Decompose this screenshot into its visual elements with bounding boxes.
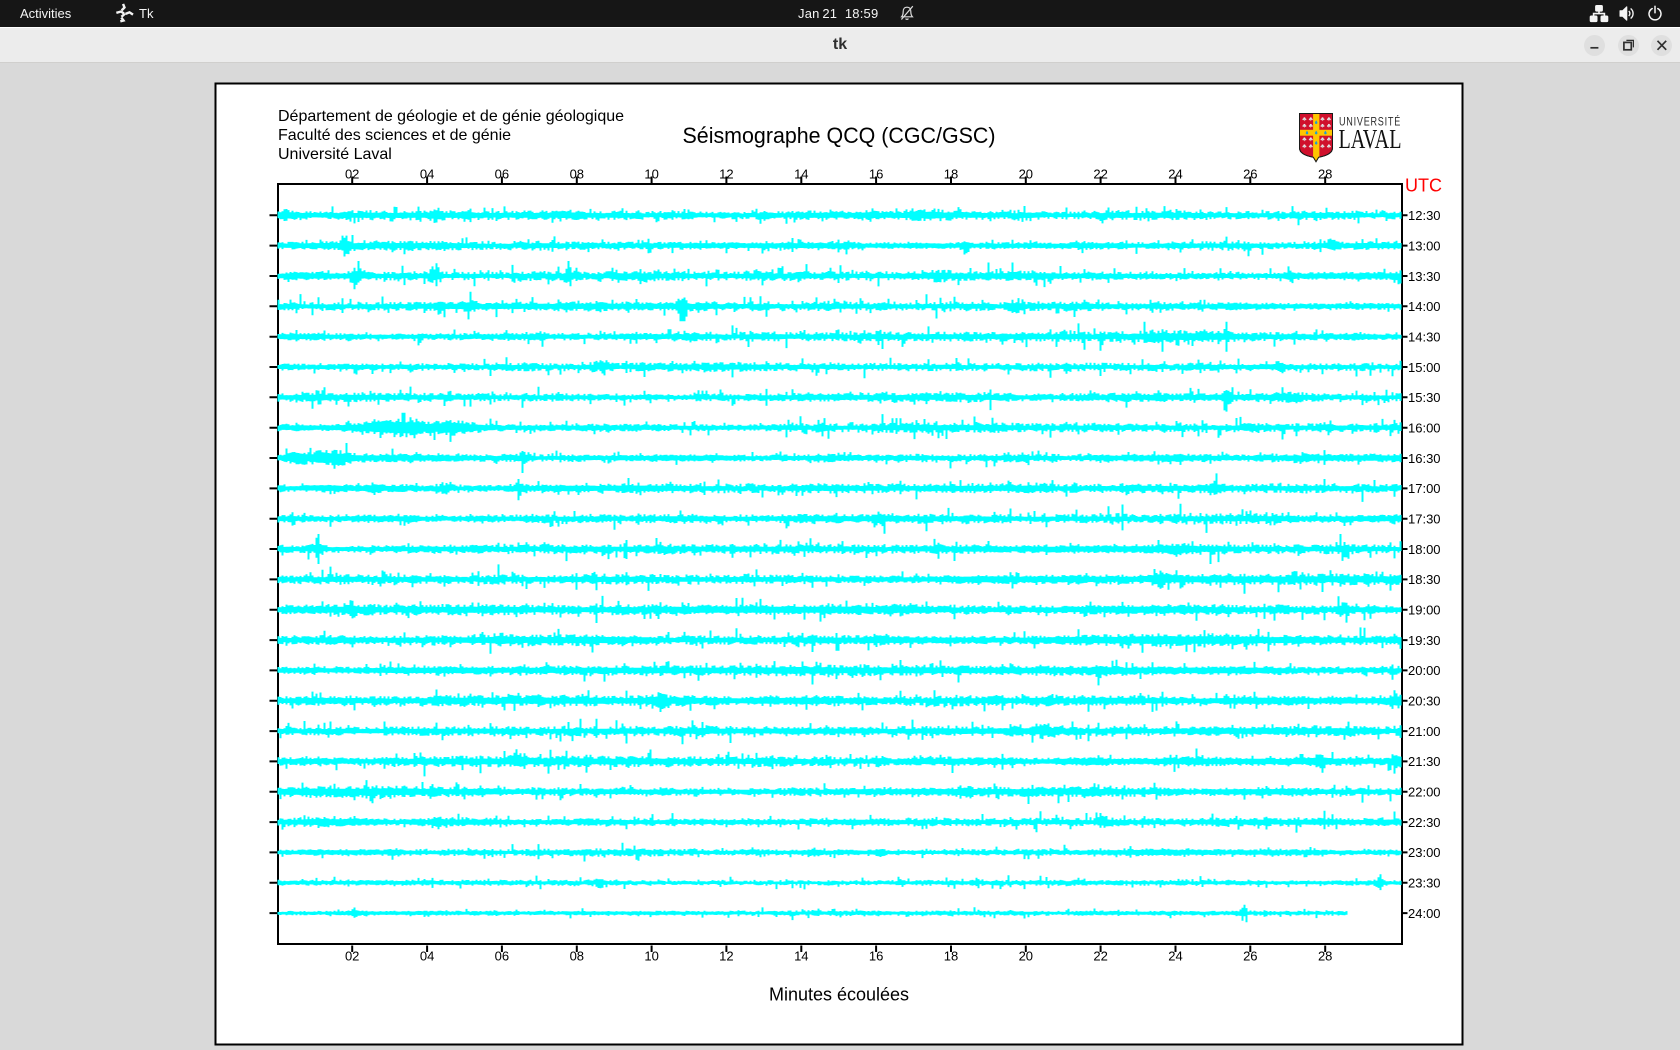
svg-text:20: 20 <box>1019 949 1033 964</box>
svg-text:06: 06 <box>495 167 509 182</box>
svg-text:22:30: 22:30 <box>1408 815 1441 830</box>
svg-text:14:30: 14:30 <box>1408 330 1441 345</box>
svg-text:02: 02 <box>345 949 359 964</box>
svg-text:21:30: 21:30 <box>1408 754 1441 769</box>
svg-text:16:30: 16:30 <box>1408 451 1441 466</box>
svg-text:26: 26 <box>1243 949 1257 964</box>
svg-text:15:30: 15:30 <box>1408 390 1441 405</box>
svg-text:20: 20 <box>1019 167 1033 182</box>
svg-text:Séismographe QCQ (CGC/GSC): Séismographe QCQ (CGC/GSC) <box>683 123 996 148</box>
svg-text:19:30: 19:30 <box>1408 633 1441 648</box>
svg-text:06: 06 <box>495 949 509 964</box>
svg-text:28: 28 <box>1318 949 1332 964</box>
svg-text:04: 04 <box>420 949 434 964</box>
svg-text:Université Laval: Université Laval <box>278 146 392 163</box>
svg-text:13:00: 13:00 <box>1408 238 1441 253</box>
svg-text:26: 26 <box>1243 167 1257 182</box>
svg-text:Faculté des sciences et de gén: Faculté des sciences et de génie <box>278 127 511 144</box>
svg-text:24: 24 <box>1168 949 1182 964</box>
svg-text:17:00: 17:00 <box>1408 481 1441 496</box>
svg-text:UTC: UTC <box>1405 176 1442 196</box>
svg-text:28: 28 <box>1318 167 1332 182</box>
svg-text:22: 22 <box>1093 949 1107 964</box>
svg-text:23:30: 23:30 <box>1408 876 1441 891</box>
svg-text:14: 14 <box>794 167 808 182</box>
svg-text:10: 10 <box>644 949 658 964</box>
svg-text:13:30: 13:30 <box>1408 269 1441 284</box>
svg-text:02: 02 <box>345 167 359 182</box>
svg-text:Minutes écoulées: Minutes écoulées <box>769 985 909 1005</box>
svg-text:14: 14 <box>794 949 808 964</box>
svg-text:10: 10 <box>644 167 658 182</box>
svg-text:12:30: 12:30 <box>1408 208 1441 223</box>
svg-text:22: 22 <box>1093 167 1107 182</box>
svg-text:15:00: 15:00 <box>1408 360 1441 375</box>
svg-text:24: 24 <box>1168 167 1182 182</box>
svg-text:19:00: 19:00 <box>1408 603 1441 618</box>
svg-text:18: 18 <box>944 167 958 182</box>
svg-text:16:00: 16:00 <box>1408 421 1441 436</box>
svg-text:12: 12 <box>719 167 733 182</box>
svg-text:21:00: 21:00 <box>1408 724 1441 739</box>
svg-text:18:30: 18:30 <box>1408 572 1441 587</box>
svg-text:08: 08 <box>570 167 584 182</box>
svg-text:17:30: 17:30 <box>1408 512 1441 527</box>
svg-text:LAVAL: LAVAL <box>1339 124 1402 154</box>
svg-text:16: 16 <box>869 949 883 964</box>
svg-text:18:00: 18:00 <box>1408 542 1441 557</box>
svg-text:04: 04 <box>420 167 434 182</box>
svg-text:18: 18 <box>944 949 958 964</box>
svg-text:08: 08 <box>570 949 584 964</box>
svg-text:24:00: 24:00 <box>1408 906 1441 921</box>
svg-text:22:00: 22:00 <box>1408 785 1441 800</box>
svg-text:Département de géologie et de: Département de géologie et de génie géol… <box>278 108 624 125</box>
svg-text:20:00: 20:00 <box>1408 663 1441 678</box>
svg-text:14:00: 14:00 <box>1408 299 1441 314</box>
svg-text:23:00: 23:00 <box>1408 845 1441 860</box>
svg-text:16: 16 <box>869 167 883 182</box>
svg-text:20:30: 20:30 <box>1408 694 1441 709</box>
svg-text:12: 12 <box>719 949 733 964</box>
